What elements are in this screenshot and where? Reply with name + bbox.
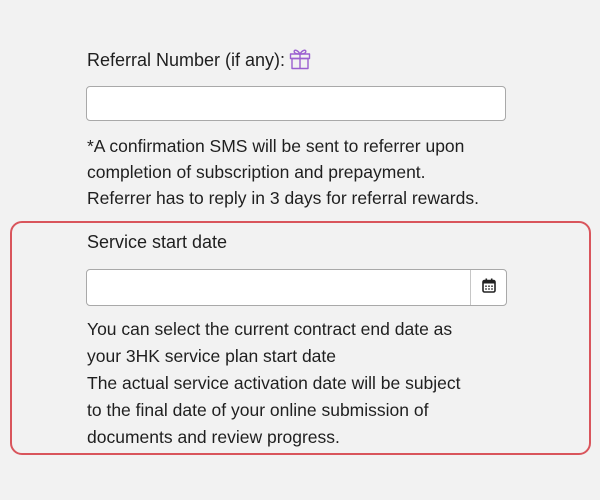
service-note-line: You can select the current contract end … — [87, 319, 453, 339]
calendar-icon — [481, 278, 496, 298]
referral-note-line: Referrer has to reply in 3 days for refe… — [87, 188, 479, 208]
service-start-note: You can select the current contract end … — [87, 316, 557, 451]
referral-label: Referral Number (if any): — [87, 50, 286, 70]
referral-note-line: completion of subscription and prepaymen… — [87, 162, 426, 182]
service-note-line: your 3HK service plan start date — [87, 346, 337, 366]
referral-label-row: Referral Number (if any): — [87, 46, 312, 74]
referral-note-line: *A confirmation SMS will be sent to refe… — [87, 136, 465, 156]
service-note-line: to the final date of your online submiss… — [87, 400, 429, 420]
calendar-button[interactable] — [470, 270, 506, 305]
service-start-label: Service start date — [87, 232, 228, 252]
referral-number-input[interactable] — [86, 86, 506, 121]
service-start-date-field[interactable] — [86, 269, 507, 306]
service-note-line: The actual service activation date will … — [87, 373, 461, 393]
service-start-date-input[interactable] — [87, 270, 457, 305]
gift-icon — [288, 46, 312, 70]
service-note-line: documents and review progress. — [87, 427, 340, 447]
referral-note: *A confirmation SMS will be sent to refe… — [87, 133, 557, 211]
